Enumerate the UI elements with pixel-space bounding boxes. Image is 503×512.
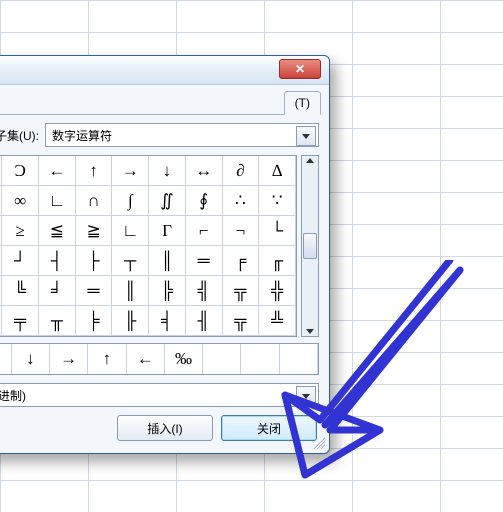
chevron-down-icon xyxy=(296,126,316,146)
recent-cell[interactable]: ↑ xyxy=(88,344,126,374)
char-cell[interactable]: ╛ xyxy=(39,276,76,306)
char-cell[interactable]: Γ xyxy=(149,216,186,246)
char-cell[interactable]: ╬ xyxy=(259,276,296,306)
char-cell[interactable]: ╢ xyxy=(186,306,223,336)
insert-button-label: 插入(I) xyxy=(147,420,182,437)
close-window-button[interactable]: ✕ xyxy=(279,59,321,79)
char-cell[interactable]: ∟ xyxy=(39,186,76,216)
recent-grid[interactable]: ①②③№√×↓→↑←‰ xyxy=(0,343,319,375)
char-cell[interactable]: ≦ xyxy=(39,216,76,246)
char-cell[interactable]: ∬ xyxy=(149,186,186,216)
char-cell[interactable]: ≥ xyxy=(2,216,39,246)
char-cell[interactable]: ╚ xyxy=(2,276,39,306)
char-cell[interactable]: ¬ xyxy=(223,216,260,246)
recent-cell[interactable]: × xyxy=(0,344,12,374)
recent-cell[interactable]: ↓ xyxy=(12,344,50,374)
char-cell[interactable]: ┬ xyxy=(112,246,149,276)
recent-cell[interactable] xyxy=(280,344,318,374)
close-button-label: 关闭 xyxy=(257,420,281,437)
char-cell[interactable]: ┘ xyxy=(2,246,39,276)
character-grid[interactable]: ⅓⅔⅛⅜⅝⅞Ɔ←↑→↓↔∂∆∏∑−∕∙√∞∟∩∫∬∮∴∵∽≈≒≠≡≤≥≦≧∟Γ⌐… xyxy=(0,155,297,337)
recent-cell[interactable]: ← xyxy=(127,344,165,374)
char-cell[interactable]: ↑ xyxy=(76,156,113,186)
char-cell[interactable]: ╣ xyxy=(186,276,223,306)
insert-button[interactable]: 插入(I) xyxy=(117,415,213,441)
char-cell[interactable]: ∮ xyxy=(186,186,223,216)
from-value: Unicode(十六进制) xyxy=(0,387,26,404)
char-cell[interactable]: ≧ xyxy=(76,216,113,246)
char-cell[interactable]: ├ xyxy=(76,246,113,276)
vertical-scrollbar[interactable] xyxy=(301,155,319,337)
from-combo[interactable]: Unicode(十六进制) xyxy=(0,383,319,407)
char-cell[interactable]: └ xyxy=(259,216,296,246)
char-cell[interactable]: ∟ xyxy=(112,216,149,246)
char-cell[interactable]: ║ xyxy=(149,246,186,276)
char-cell[interactable]: ╒ xyxy=(223,246,260,276)
char-cell[interactable]: ╓ xyxy=(259,246,296,276)
char-cell[interactable]: ∵ xyxy=(259,186,296,216)
char-cell[interactable]: ═ xyxy=(76,276,113,306)
char-cell[interactable]: ╦ xyxy=(223,276,260,306)
subset-combo[interactable]: 数字运算符 xyxy=(45,123,319,147)
char-cell[interactable]: ↓ xyxy=(149,156,186,186)
char-cell[interactable]: ╤ xyxy=(2,306,39,336)
scroll-up-icon xyxy=(306,158,314,163)
scroll-down-icon xyxy=(306,329,314,334)
recent-cell[interactable]: → xyxy=(50,344,88,374)
subset-value: 数字运算符 xyxy=(52,127,112,144)
recent-cell[interactable] xyxy=(241,344,279,374)
symbol-dialog: ✕ (T) 子集(U): 数字运算符 ⅓⅔⅛⅜⅝⅞Ɔ←↑→↓↔∂∆∏∑−∕∙√∞… xyxy=(0,55,330,454)
char-cell[interactable]: ∂ xyxy=(223,156,260,186)
recent-cell[interactable] xyxy=(203,344,241,374)
char-cell[interactable]: ∆ xyxy=(259,156,296,186)
char-cell[interactable]: ← xyxy=(39,156,76,186)
scroll-thumb[interactable] xyxy=(303,233,317,259)
char-cell[interactable]: ╦ xyxy=(223,306,260,336)
char-cell[interactable]: ╟ xyxy=(112,306,149,336)
subset-label: 子集(U): xyxy=(0,127,39,144)
char-cell[interactable]: → xyxy=(112,156,149,186)
char-cell[interactable]: ╞ xyxy=(76,306,113,336)
resize-grip[interactable] xyxy=(313,437,325,449)
char-cell[interactable]: ∞ xyxy=(2,186,39,216)
chevron-down-icon xyxy=(296,386,316,406)
char-cell[interactable]: Ɔ xyxy=(2,156,39,186)
char-cell[interactable]: ⌐ xyxy=(186,216,223,246)
char-cell[interactable]: ┤ xyxy=(39,246,76,276)
char-cell[interactable]: ↔ xyxy=(186,156,223,186)
char-cell[interactable]: ∫ xyxy=(112,186,149,216)
char-cell[interactable]: ╩ xyxy=(259,306,296,336)
close-button[interactable]: 关闭 xyxy=(221,415,317,441)
char-cell[interactable]: ╠ xyxy=(149,276,186,306)
titlebar: ✕ xyxy=(0,56,329,85)
tab-label: (T) xyxy=(295,96,310,110)
tab-special[interactable]: (T) xyxy=(284,91,321,115)
char-cell[interactable]: ∩ xyxy=(76,186,113,216)
char-cell[interactable]: ╥ xyxy=(39,306,76,336)
close-icon: ✕ xyxy=(295,63,305,75)
char-cell[interactable]: ╡ xyxy=(149,306,186,336)
recent-cell[interactable]: ‰ xyxy=(165,344,203,374)
char-cell[interactable]: ∴ xyxy=(223,186,260,216)
tab-strip: (T) xyxy=(0,90,321,115)
char-cell[interactable]: ═ xyxy=(186,246,223,276)
char-cell[interactable]: ║ xyxy=(112,276,149,306)
